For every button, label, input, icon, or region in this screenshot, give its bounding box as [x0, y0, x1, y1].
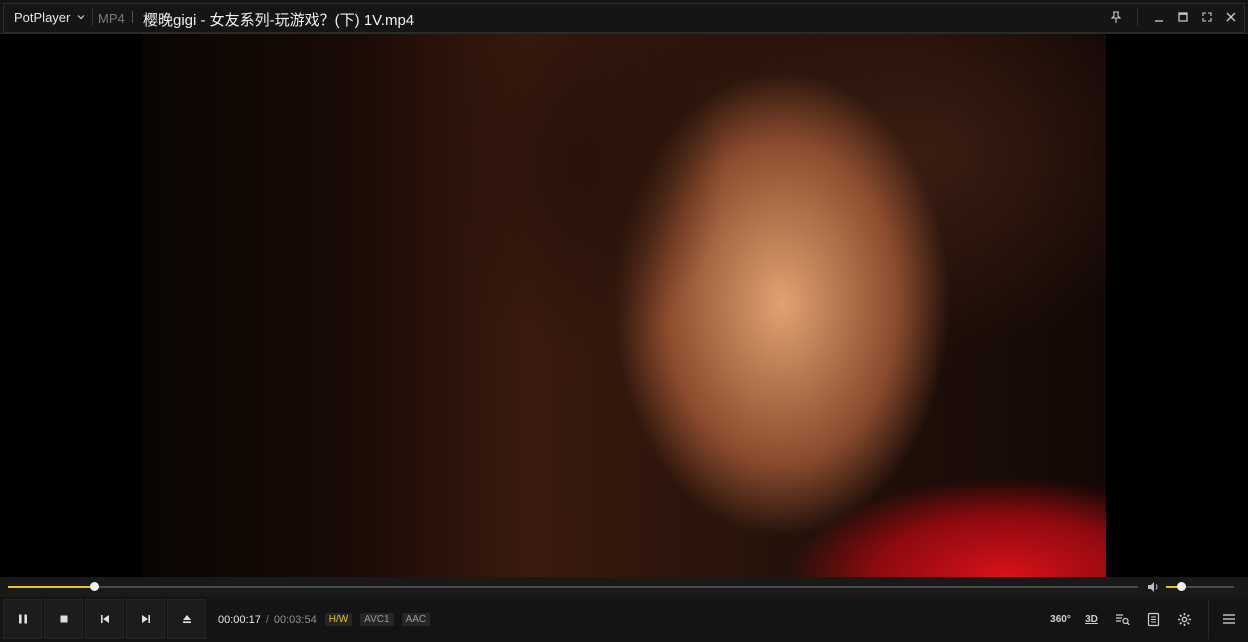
eject-button[interactable]	[167, 599, 206, 639]
maximize-button[interactable]	[1176, 8, 1190, 26]
playlist-icon	[1147, 612, 1160, 626]
fullscreen-icon	[1202, 12, 1212, 22]
right-controls: 360° 3D	[1045, 599, 1248, 639]
divider	[132, 11, 133, 23]
main-menu-button[interactable]	[1208, 599, 1248, 639]
file-title: 樱晚gigi - 女友系列-玩游戏？(下) 1V.mp4	[143, 12, 415, 29]
playlist-button[interactable]	[1138, 599, 1169, 639]
skip-previous-icon	[100, 615, 109, 623]
next-button[interactable]	[126, 599, 165, 639]
stop-button[interactable]	[44, 599, 83, 639]
close-button[interactable]	[1224, 8, 1238, 26]
pause-button[interactable]	[3, 599, 42, 639]
separator	[1137, 8, 1138, 26]
seek-bar-area	[0, 577, 1248, 597]
vr-360-button[interactable]: 360°	[1045, 599, 1076, 639]
video-codec-badge[interactable]: AVC1	[360, 613, 394, 626]
skip-next-icon	[141, 615, 150, 623]
fullscreen-button[interactable]	[1200, 8, 1214, 26]
volume-slider-handle[interactable]	[1176, 582, 1186, 591]
duration[interactable]: 00:03:54	[274, 614, 317, 626]
audio-codec-badge[interactable]: AAC	[401, 613, 431, 626]
pin-icon	[1110, 11, 1122, 23]
pause-icon	[18, 614, 27, 624]
seek-bar-handle[interactable]	[89, 582, 99, 591]
video-frame-shading	[746, 437, 1106, 577]
close-icon	[1226, 12, 1236, 22]
control-bar: 00:00:17 / 00:03:54 H/W AVC1 AAC 360° 3D	[0, 597, 1248, 642]
video-frame	[142, 34, 1106, 577]
seek-bar-fill	[8, 586, 94, 588]
volume-slider[interactable]	[1166, 582, 1234, 591]
chevron-down-icon	[77, 15, 85, 20]
stop-icon	[60, 615, 67, 623]
pin-button[interactable]	[1109, 8, 1123, 26]
app-name: PotPlayer	[14, 9, 71, 25]
maximize-icon	[1178, 12, 1188, 22]
3d-button[interactable]: 3D	[1076, 599, 1107, 639]
video-frame-shading	[402, 34, 762, 464]
video-area[interactable]	[0, 34, 1248, 577]
format-label: MP4	[98, 11, 125, 26]
app-menu-button[interactable]: PotPlayer	[6, 4, 92, 30]
playlist-search-button[interactable]	[1107, 599, 1138, 639]
title-bar: PotPlayer MP4 樱晚gigi - 女友系列-玩游戏？(下) 1V.m…	[0, 0, 1248, 34]
settings-button[interactable]	[1169, 599, 1200, 639]
current-time: 00:00:17	[218, 613, 261, 626]
previous-button[interactable]	[85, 599, 124, 639]
time-display: 00:00:17 / 00:03:54 H/W AVC1 AAC	[218, 613, 431, 626]
minimize-button[interactable]	[1152, 8, 1166, 26]
seek-bar[interactable]	[8, 582, 1138, 591]
minimize-icon	[1155, 20, 1163, 22]
separator	[92, 8, 93, 26]
vr-360-label: 360°	[1050, 613, 1071, 625]
speaker-icon[interactable]	[1147, 581, 1160, 593]
hamburger-menu-icon	[1222, 614, 1235, 624]
gear-icon	[1178, 612, 1191, 626]
3d-label: 3D	[1085, 613, 1098, 625]
eject-icon	[182, 615, 191, 623]
window-controls	[1109, 8, 1238, 26]
time-separator: /	[265, 613, 269, 626]
hardware-decode-badge[interactable]: H/W	[324, 613, 353, 626]
playlist-search-icon	[1116, 613, 1130, 625]
